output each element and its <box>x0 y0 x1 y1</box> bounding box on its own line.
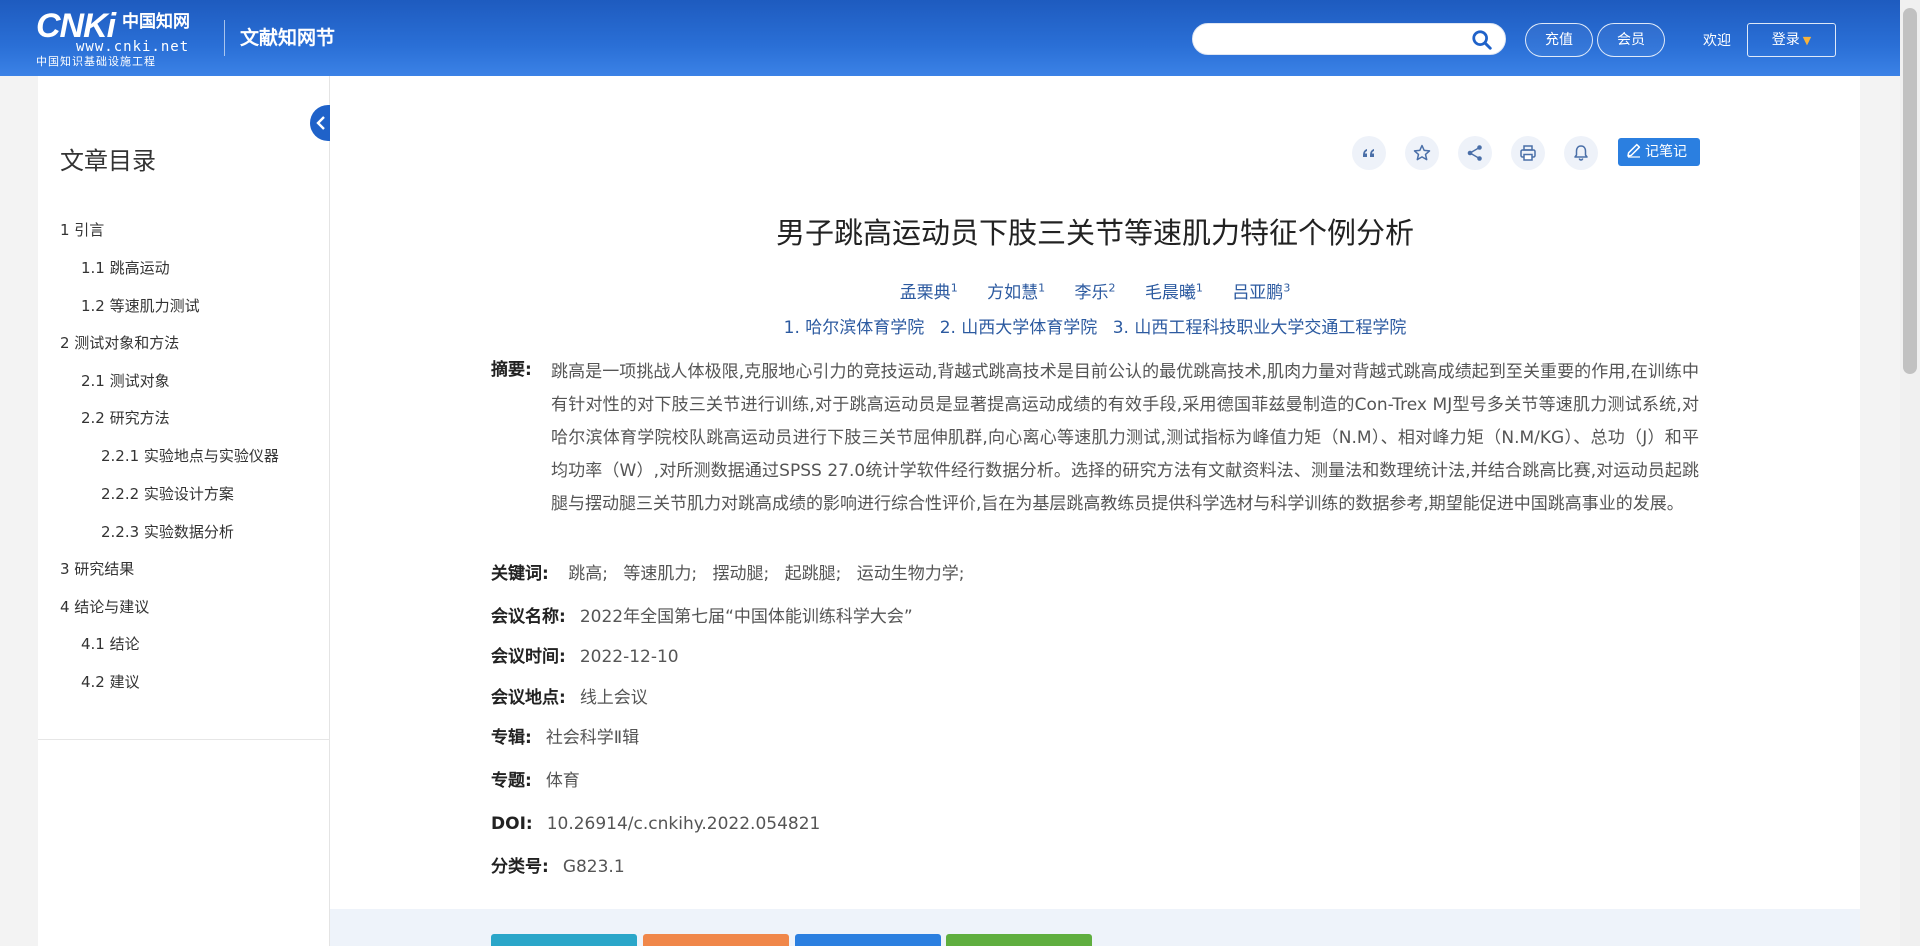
welcome-text: 欢迎 <box>1703 33 1731 49</box>
toc-item[interactable]: 2.2.3 实验数据分析 <box>101 522 234 542</box>
share-icon <box>1467 145 1482 161</box>
toc-item[interactable]: 2 测试对象和方法 <box>60 333 179 353</box>
table-of-contents: 文章目录 1 引言 1.1 跳高运动 1.2 等速肌力测试 2 测试对象和方法 … <box>38 76 330 946</box>
action-button-1[interactable] <box>491 934 637 946</box>
bell-icon <box>1574 145 1588 161</box>
doi-row: DOI: 10.26914/c.cnkihy.2022.054821 <box>491 812 820 836</box>
cite-button[interactable] <box>1352 136 1386 170</box>
toc-item[interactable]: 1 引言 <box>60 220 104 240</box>
chevron-down-icon: ▼ <box>1802 34 1812 47</box>
abstract-text: 跳高是一项挑战人体极限,克服地心引力的竞技运动,背越式跳高技术是目前公认的最优跳… <box>551 362 1699 514</box>
favorite-button[interactable] <box>1405 136 1439 170</box>
top-navigation-bar: CNKi 中国知网 www.cnki.net 中国知识基础设施工程 文献知网节 … <box>0 0 1920 76</box>
series-label: 专辑: <box>491 728 532 748</box>
conference-name-value: 2022年全国第七届“中国体能训练科学大会” <box>579 607 913 627</box>
keyword-link[interactable]: 运动生物力学; <box>857 564 965 584</box>
page-scrollbar[interactable] <box>1900 0 1920 946</box>
print-button[interactable] <box>1511 136 1545 170</box>
keywords-row: 关键词: 跳高; 等速肌力; 摆动腿; 起跳腿; 运动生物力学; <box>491 562 975 586</box>
action-button-2[interactable] <box>643 934 789 946</box>
subject-value: 体育 <box>545 771 580 791</box>
paper-title: 男子跳高运动员下肢三关节等速肌力特征个例分析 <box>775 216 1414 250</box>
classification-row: 分类号: G823.1 <box>491 855 625 879</box>
toc-title: 文章目录 <box>60 147 156 175</box>
author-link[interactable]: 孟栗典1 <box>900 281 958 303</box>
action-button-4[interactable] <box>946 934 1092 946</box>
doi-label: DOI: <box>491 814 533 834</box>
site-name[interactable]: 文献知网节 <box>240 26 335 50</box>
chevron-left-icon <box>316 116 325 130</box>
conference-time-row: 会议时间: 2022-12-10 <box>491 645 679 669</box>
affiliation-link[interactable]: 1. 哈尔滨体育学院 <box>784 318 925 338</box>
abstract-label: 摘要: <box>491 360 532 380</box>
toc-item[interactable]: 3 研究结果 <box>60 559 134 579</box>
toc-item[interactable]: 2.2.2 实验设计方案 <box>101 484 234 504</box>
author-link[interactable]: 李乐2 <box>1075 281 1116 303</box>
sidebar-divider <box>38 739 330 740</box>
author-link[interactable]: 方如慧1 <box>987 281 1045 303</box>
toc-item[interactable]: 2.2 研究方法 <box>81 408 170 428</box>
action-button-3[interactable] <box>795 934 941 946</box>
take-note-label: 记笔记 <box>1645 144 1687 160</box>
keywords-label: 关键词: <box>491 564 549 584</box>
login-button[interactable]: 登录 ▼ <box>1747 23 1836 57</box>
keyword-link[interactable]: 跳高; <box>568 564 608 584</box>
logo-tagline: 中国知识基础设施工程 <box>36 55 156 68</box>
toc-item[interactable]: 4.1 结论 <box>81 634 140 654</box>
conference-name-label: 会议名称: <box>491 607 566 627</box>
toc-item[interactable]: 1.2 等速肌力测试 <box>81 296 200 316</box>
series-row: 专辑: 社会科学Ⅱ辑 <box>491 726 639 750</box>
subscribe-button[interactable] <box>1564 136 1598 170</box>
cnki-logo[interactable]: CNKi 中国知网 www.cnki.net 中国知识基础设施工程 <box>36 6 211 68</box>
author-list: 孟栗典1 方如慧1 李乐2 毛晨曦1 吕亚鹏3 <box>330 276 1860 305</box>
series-value: 社会科学Ⅱ辑 <box>545 728 640 748</box>
keyword-link[interactable]: 摆动腿; <box>713 564 770 584</box>
subject-row: 专题: 体育 <box>491 769 580 793</box>
conference-time-value: 2022-12-10 <box>579 647 679 667</box>
author-link[interactable]: 吕亚鹏3 <box>1232 281 1290 303</box>
toc-item[interactable]: 1.1 跳高运动 <box>81 258 170 278</box>
scrollbar-thumb[interactable] <box>1903 8 1917 374</box>
toc-item[interactable]: 4.2 建议 <box>81 672 140 692</box>
search-icon[interactable] <box>1471 29 1493 51</box>
take-note-button[interactable]: 记笔记 <box>1618 138 1700 166</box>
conference-place-value: 线上会议 <box>579 688 648 708</box>
pencil-icon <box>1627 143 1641 158</box>
classification-label: 分类号: <box>491 857 549 877</box>
classification-value: G823.1 <box>562 857 625 877</box>
affiliation-list: 1. 哈尔滨体育学院 2. 山西大学体育学院 3. 山西工程科技职业大学交通工程… <box>330 316 1860 340</box>
toc-item[interactable]: 2.1 测试对象 <box>81 371 170 391</box>
conference-place-label: 会议地点: <box>491 688 566 708</box>
vip-button[interactable]: 会员 <box>1597 23 1665 57</box>
quote-icon <box>1363 149 1374 157</box>
doi-value[interactable]: 10.26914/c.cnkihy.2022.054821 <box>547 814 821 834</box>
print-icon <box>1520 145 1536 161</box>
keyword-link[interactable]: 等速肌力; <box>623 564 697 584</box>
author-link[interactable]: 毛晨曦1 <box>1145 281 1203 303</box>
conference-time-label: 会议时间: <box>491 647 566 667</box>
keyword-link[interactable]: 起跳腿; <box>785 564 842 584</box>
toc-item[interactable]: 4 结论与建议 <box>60 597 149 617</box>
recharge-button[interactable]: 充值 <box>1525 23 1593 57</box>
search-input[interactable] <box>1207 29 1457 51</box>
search-box <box>1192 23 1506 55</box>
logo-url: www.cnki.net <box>76 39 190 55</box>
logo-divider <box>224 20 225 56</box>
subject-label: 专题: <box>491 771 532 791</box>
conference-place-row: 会议地点: 线上会议 <box>491 686 648 710</box>
toc-item[interactable]: 2.2.1 实验地点与实验仪器 <box>101 446 279 466</box>
star-icon <box>1413 144 1431 161</box>
conference-name-row: 会议名称: 2022年全国第七届“中国体能训练科学大会” <box>491 605 913 629</box>
login-label: 登录 <box>1771 32 1800 48</box>
affiliation-link[interactable]: 2. 山西大学体育学院 <box>940 318 1098 338</box>
affiliation-link[interactable]: 3. 山西工程科技职业大学交通工程学院 <box>1113 318 1407 338</box>
share-button[interactable] <box>1458 136 1492 170</box>
logo-chinese-name: 中国知网 <box>122 12 190 32</box>
